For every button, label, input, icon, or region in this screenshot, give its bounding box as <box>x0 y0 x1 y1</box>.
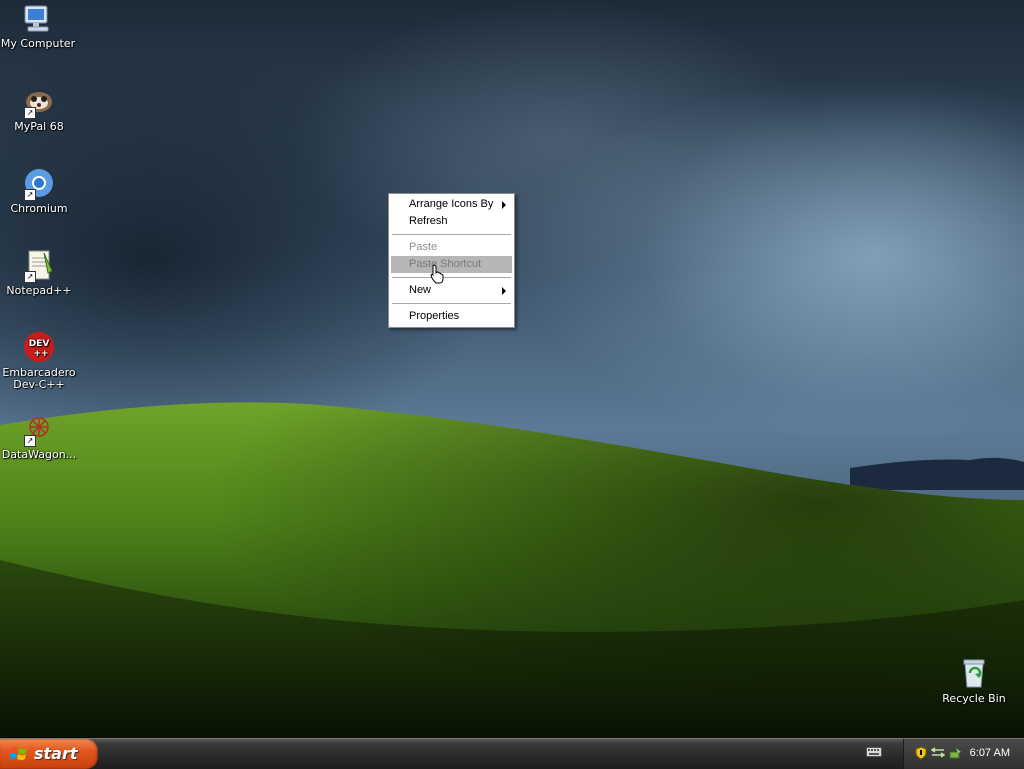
desktop-context-menu: Arrange Icons By Refresh Paste Paste Sho… <box>388 193 515 328</box>
menu-item-label: Refresh <box>409 215 448 227</box>
desktop-icon-chromium[interactable]: ↗ Chromium <box>0 167 79 215</box>
menu-item-label: Arrange Icons By <box>409 198 494 210</box>
desktop-icon-label: Notepad++ <box>6 284 72 297</box>
shortcut-arrow-icon: ↗ <box>24 435 36 447</box>
desktop-icon-mypal[interactable]: ↗ MyPal 68 <box>0 85 79 133</box>
desktop-icon-label: MyPal 68 <box>14 120 64 133</box>
svg-text:++: ++ <box>33 349 48 359</box>
network-icon[interactable] <box>931 746 945 760</box>
menu-separator <box>392 303 511 304</box>
menu-item-properties[interactable]: Properties <box>391 308 512 325</box>
menu-item-label: New <box>409 284 432 296</box>
devcpp-icon: DEV ++ <box>22 331 56 365</box>
menu-item-refresh[interactable]: Refresh <box>391 213 512 230</box>
menu-item-paste[interactable]: Paste <box>391 239 512 256</box>
mouse-pointer-icon <box>430 264 444 284</box>
keyboard-icon[interactable] <box>866 746 882 758</box>
desktop-icon-devcpp[interactable]: DEV ++ Embarcadero Dev-C++ <box>0 331 79 391</box>
menu-separator <box>392 234 511 235</box>
recycle-bin-icon <box>957 657 991 691</box>
desktop-icon-label: Recycle Bin <box>942 692 1006 705</box>
clock[interactable]: 6:07 AM <box>970 747 1010 759</box>
wallpaper-hills <box>0 402 1024 738</box>
menu-item-new[interactable]: New <box>391 282 512 299</box>
datawagon-icon: ↗ <box>22 413 56 447</box>
menu-item-paste-shortcut[interactable]: Paste Shortcut <box>391 256 512 273</box>
desktop-icon-label: DataWagon... <box>1 448 77 461</box>
desktop-icon-datawagon[interactable]: ↗ DataWagon... <box>0 413 79 461</box>
mypal-icon: ↗ <box>22 85 56 119</box>
menu-separator <box>392 277 511 278</box>
shortcut-arrow-icon: ↗ <box>24 107 36 119</box>
submenu-arrow-icon <box>502 287 506 295</box>
desktop[interactable]: My Computer ↗ MyPal 68 ↗ Chromium ↗ Note… <box>0 0 1024 738</box>
safely-remove-hardware-icon[interactable] <box>948 746 962 760</box>
shortcut-arrow-icon: ↗ <box>24 189 36 201</box>
chromium-icon: ↗ <box>22 167 56 201</box>
menu-item-label: Paste Shortcut <box>409 258 482 270</box>
desktop-icon-recycle-bin[interactable]: Recycle Bin <box>934 657 1014 705</box>
desktop-icon-label-line2: Dev-C++ <box>13 378 65 391</box>
svg-text:DEV: DEV <box>29 339 50 349</box>
desktop-icon-notepadpp[interactable]: ↗ Notepad++ <box>0 249 79 297</box>
desktop-icon-label: My Computer <box>0 37 76 50</box>
submenu-arrow-icon <box>502 201 506 209</box>
windows-logo-icon <box>10 746 27 761</box>
menu-item-label: Paste <box>409 241 438 253</box>
my-computer-icon <box>21 2 55 36</box>
shortcut-arrow-icon: ↗ <box>24 271 36 283</box>
menu-item-label: Properties <box>409 310 460 322</box>
desktop-icon-my-computer[interactable]: My Computer <box>0 2 78 50</box>
security-shield-icon[interactable] <box>914 746 928 760</box>
start-button[interactable]: start <box>0 739 98 769</box>
start-label: start <box>34 744 78 763</box>
desktop-icon-label: Chromium <box>10 202 68 215</box>
notepadpp-icon: ↗ <box>22 249 56 283</box>
menu-item-arrange-icons-by[interactable]: Arrange Icons By <box>391 196 512 213</box>
system-tray: 6:07 AM <box>903 739 1024 769</box>
